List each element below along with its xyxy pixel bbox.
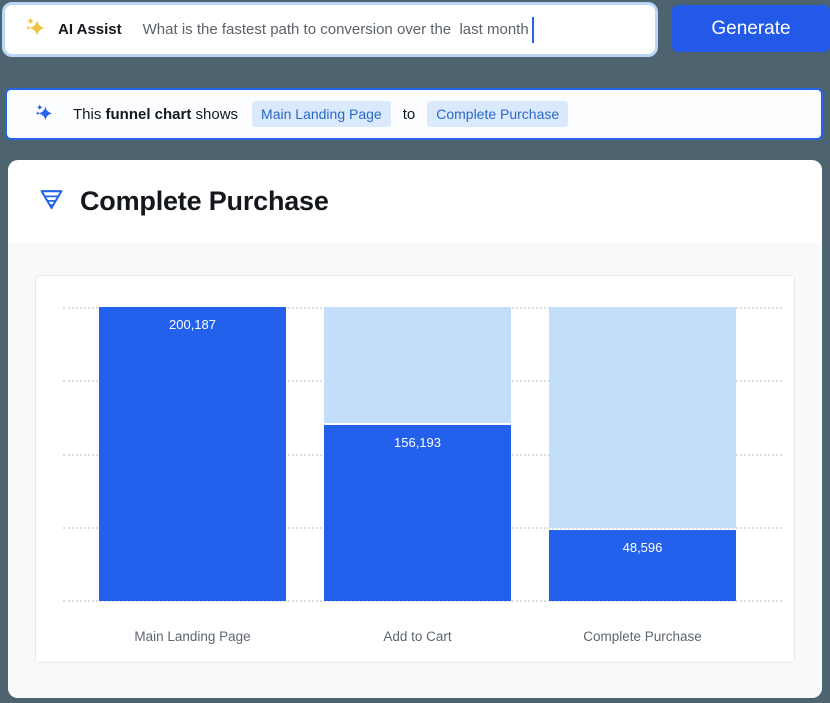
banner-text: This funnel chart shows <box>73 106 238 123</box>
funnel-chart-icon <box>38 186 65 218</box>
plot-area: 200,187 156,193 48,596 <box>63 307 782 602</box>
funnel-stage-segment[interactable]: 156,193 <box>324 425 511 601</box>
ai-assist-input[interactable]: AI Assist What is the fastest path to co… <box>2 2 658 57</box>
stage-value-label: 200,187 <box>99 307 286 332</box>
source-stage-chip[interactable]: Main Landing Page <box>252 101 391 127</box>
x-axis-label: Complete Purchase <box>549 629 736 644</box>
ai-assist-label: AI Assist <box>58 21 122 38</box>
stage-value-label: 48,596 <box>549 530 736 555</box>
text-cursor <box>532 17 534 43</box>
x-axis-label: Add to Cart <box>324 629 511 644</box>
query-text[interactable]: What is the fastest path to conversion o… <box>143 21 529 38</box>
funnel-remainder-segment[interactable] <box>549 307 736 528</box>
generate-button[interactable]: Generate <box>672 5 830 52</box>
funnel-stage-segment[interactable]: 48,596 <box>549 530 736 601</box>
page: AI Assist What is the fastest path to co… <box>0 0 830 703</box>
card-content: 200,187 156,193 48,596 Main Landing Page Ad… <box>8 243 822 698</box>
card-header: Complete Purchase <box>8 160 822 243</box>
banner-connector: to <box>403 106 416 123</box>
chart-panel: 200,187 156,193 48,596 Main Landing Page Ad… <box>35 275 795 663</box>
stage-value-label: 156,193 <box>324 425 511 450</box>
chart-card: Complete Purchase 200,187 156,193 48,596 M… <box>8 160 822 698</box>
x-axis-label: Main Landing Page <box>99 629 286 644</box>
sparkle-blue-icon <box>34 102 55 127</box>
funnel-stage-segment[interactable]: 200,187 <box>99 307 286 601</box>
sparkle-gold-icon <box>24 15 48 44</box>
target-stage-chip[interactable]: Complete Purchase <box>427 101 568 127</box>
funnel-remainder-segment[interactable] <box>324 307 511 423</box>
card-title: Complete Purchase <box>80 186 329 217</box>
insight-banner: This funnel chart shows Main Landing Pag… <box>5 88 823 140</box>
